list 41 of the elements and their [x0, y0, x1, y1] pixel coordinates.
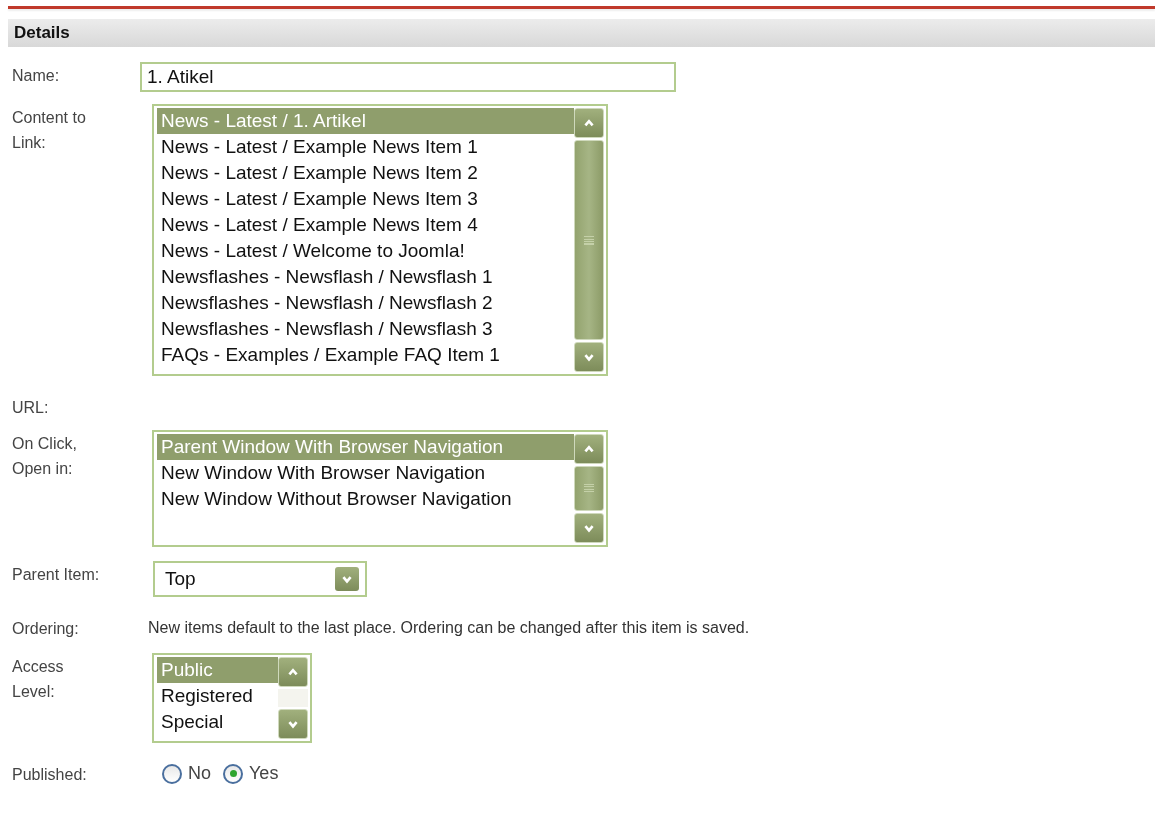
scroll-up-icon[interactable] [574, 434, 604, 464]
list-option[interactable]: News - Latest / Example News Item 2 [157, 160, 574, 186]
list-option[interactable]: Registered [157, 683, 278, 709]
field-label: On Click, Open in: [12, 434, 78, 479]
scrollbar-thumb[interactable] [574, 466, 604, 511]
radio-option[interactable]: No [162, 763, 211, 784]
list-option[interactable]: News - Latest / Welcome to Joomla! [157, 238, 574, 264]
field-label: Ordering: [12, 619, 80, 639]
scroll-down-icon[interactable] [574, 513, 604, 543]
list-option[interactable]: News - Latest / Example News Item 1 [157, 134, 574, 160]
list-option[interactable]: Special [157, 709, 278, 735]
list-box[interactable]: Public Registered Special [152, 653, 312, 743]
list-option[interactable]: News - Latest / Example News Item 4 [157, 212, 574, 238]
list-option[interactable]: Newsflashes - Newsflash / Newsflash 1 [157, 264, 574, 290]
radio-option[interactable]: Yes [223, 763, 279, 784]
list-option[interactable]: New Window Without Browser Navigation [157, 486, 574, 512]
scroll-up-icon[interactable] [278, 657, 308, 687]
scroll-down-icon[interactable] [574, 342, 604, 372]
section-title: Details [14, 23, 70, 43]
list-box[interactable]: Parent Window With Browser Navigation New Window With Browser Navigation New Window Without Browser Navigation [152, 430, 608, 547]
list-option[interactable]: News - Latest / Example News Item 3 [157, 186, 574, 212]
scroll-down-icon[interactable] [278, 709, 308, 739]
list-option[interactable]: New Window With Browser Navigation [157, 460, 574, 486]
field-label: Published: [12, 765, 88, 785]
radio-icon[interactable] [223, 763, 243, 784]
parent-item-dropdown[interactable]: Top [153, 561, 367, 597]
ordering-note: New items default to the last place. Ordering can be changed after this item is saved. [148, 618, 750, 637]
list-box[interactable] [152, 104, 608, 376]
field-label: URL: [12, 398, 50, 418]
list-option[interactable]: FAQs - Examples / Example FAQ Item 1 [157, 342, 574, 368]
scrollbar-thumb[interactable] [574, 140, 604, 340]
list-option[interactable]: Newsflashes - Newsflash / Newsflash 3 [157, 316, 574, 342]
field-label: Access Level: [12, 657, 65, 702]
field-label: Name: [12, 66, 61, 86]
field-label: Parent Item: [12, 565, 101, 585]
field-label: Content to Link: [12, 108, 87, 153]
name-input[interactable]: 1. Atikel [140, 62, 676, 92]
caret-icon [335, 567, 359, 591]
scroll-up-icon[interactable] [574, 108, 604, 138]
list-option[interactable]: Newsflashes - Newsflash / Newsflash 2 [157, 290, 574, 316]
radio-icon[interactable] [162, 763, 182, 784]
